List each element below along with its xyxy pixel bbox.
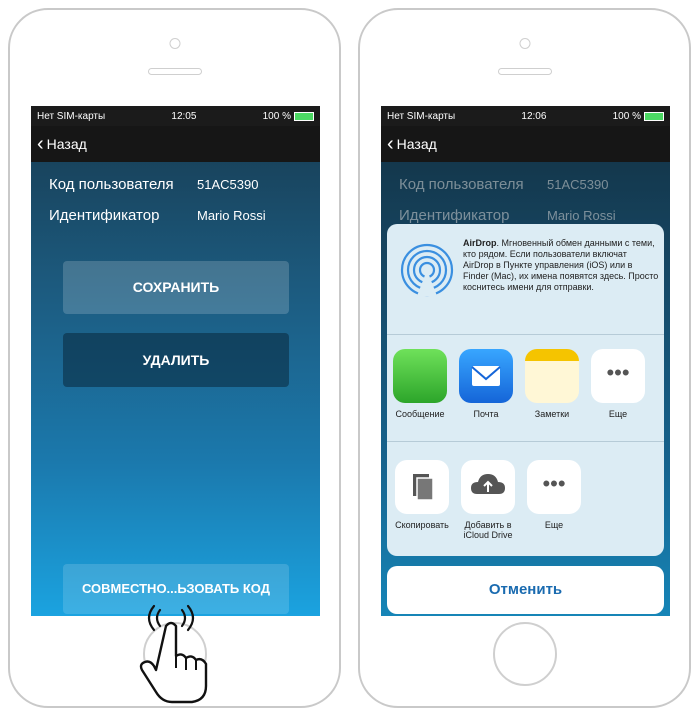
- back-button[interactable]: Назад: [397, 136, 437, 152]
- battery-label: 100 %: [262, 110, 291, 122]
- home-button[interactable]: [492, 622, 557, 686]
- share-messages[interactable]: Сообщение: [393, 349, 447, 419]
- nav-bar: ‹ Назад: [31, 126, 320, 162]
- status-bar: Нет SIM-карты 12:06 100 %: [381, 106, 670, 126]
- carrier-label: Нет SIM-карты: [37, 110, 106, 122]
- notes-icon: [525, 349, 579, 403]
- tap-hand-icon: [139, 604, 208, 704]
- action-more-label: Еще: [544, 520, 564, 530]
- messages-icon: [393, 349, 447, 403]
- left-screen: Нет SIM-карты 12:05 100 % ‹ Назад Код по…: [31, 106, 320, 616]
- copy-icon: [395, 460, 449, 514]
- delete-button[interactable]: УДАЛИТЬ: [63, 333, 289, 387]
- action-icloud[interactable]: Добавить в iCloud Drive: [461, 460, 515, 540]
- apps-row: Сообщение Почта Заметки ••• Еще: [387, 335, 664, 442]
- more-icon: •••: [591, 349, 645, 403]
- share-more-apps[interactable]: ••• Еще: [591, 349, 645, 419]
- icloud-upload-icon: [461, 460, 515, 514]
- back-button[interactable]: Назад: [47, 136, 87, 152]
- action-copy[interactable]: Скопировать: [395, 460, 449, 530]
- user-code-value: 51AC5390: [197, 177, 259, 192]
- carrier-label: Нет SIM-карты: [387, 110, 456, 122]
- share-more-apps-label: Еще: [608, 409, 628, 419]
- airdrop-icon: [400, 243, 454, 297]
- cancel-button[interactable]: Отменить: [387, 566, 664, 614]
- speaker-icon: [497, 68, 552, 75]
- camera-icon: [519, 38, 530, 49]
- airdrop-title: AirDrop: [463, 238, 497, 248]
- identifier-row: Идентификатор Mario Rossi: [31, 207, 320, 224]
- camera-icon: [169, 38, 180, 49]
- action-icloud-label: Добавить в iCloud Drive: [463, 520, 513, 540]
- battery-icon: [643, 111, 664, 121]
- more-icon: •••: [527, 460, 581, 514]
- share-mail[interactable]: Почта: [459, 349, 513, 419]
- airdrop-description: AirDrop. Мгновенный обмен данными с теми…: [463, 238, 659, 293]
- right-phone-frame: Нет SIM-карты 12:06 100 % ‹ Назад Код по…: [358, 8, 691, 708]
- battery-label: 100 %: [612, 110, 641, 122]
- time-label: 12:05: [171, 110, 197, 122]
- mail-icon: [459, 349, 513, 403]
- share-mail-label: Почта: [473, 409, 499, 419]
- save-button[interactable]: СОХРАНИТЬ: [63, 261, 289, 314]
- share-notes-label: Заметки: [534, 409, 570, 419]
- time-label: 12:06: [521, 110, 547, 122]
- status-bar: Нет SIM-карты 12:05 100 %: [31, 106, 320, 126]
- share-notes[interactable]: Заметки: [525, 349, 579, 419]
- speaker-icon: [147, 68, 202, 75]
- identifier-value: Mario Rossi: [197, 208, 266, 223]
- identifier-label: Идентификатор: [49, 207, 160, 224]
- actions-row: Скопировать Добавить в iCloud Drive ••• …: [387, 442, 664, 554]
- action-more[interactable]: ••• Еще: [527, 460, 581, 530]
- airdrop-section[interactable]: AirDrop. Мгновенный обмен данными с теми…: [387, 224, 664, 335]
- share-messages-label: Сообщение: [395, 409, 445, 419]
- nav-bar: ‹ Назад: [381, 126, 670, 162]
- battery-icon: [293, 111, 314, 121]
- user-code-row: Код пользователя 51AC5390: [31, 176, 320, 193]
- right-screen: Нет SIM-карты 12:06 100 % ‹ Назад Код по…: [381, 106, 670, 616]
- share-sheet: AirDrop. Мгновенный обмен данными с теми…: [387, 224, 664, 556]
- action-copy-label: Скопировать: [395, 520, 449, 530]
- user-code-label: Код пользователя: [49, 176, 174, 193]
- chevron-left-icon[interactable]: ‹: [37, 134, 44, 154]
- chevron-left-icon[interactable]: ‹: [387, 134, 394, 154]
